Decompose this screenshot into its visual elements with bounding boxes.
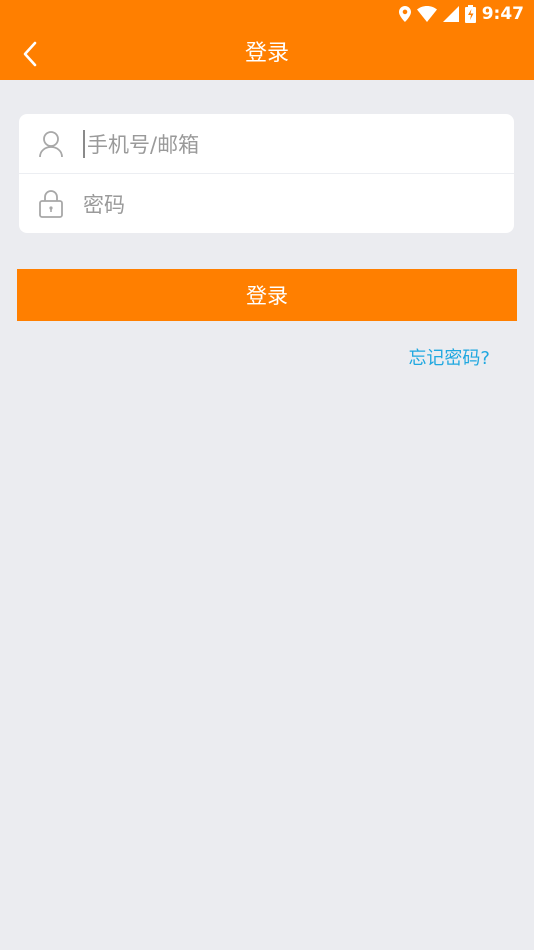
account-placeholder: 手机号/邮箱 bbox=[87, 132, 200, 157]
top-bar: 9:47 登录 bbox=[0, 0, 534, 80]
forgot-password-link[interactable]: 忘记密码? bbox=[408, 344, 490, 370]
lock-icon bbox=[19, 189, 83, 219]
wifi-icon bbox=[416, 6, 437, 22]
battery-icon bbox=[464, 5, 476, 23]
account-input[interactable]: 手机号/邮箱 bbox=[83, 114, 514, 173]
account-row: 手机号/邮箱 bbox=[19, 114, 514, 173]
login-form-card: 手机号/邮箱 密码 bbox=[19, 114, 514, 233]
text-cursor bbox=[83, 129, 85, 158]
user-icon bbox=[19, 130, 83, 158]
location-icon bbox=[398, 6, 411, 22]
page-title: 登录 bbox=[244, 41, 289, 66]
password-placeholder: 密码 bbox=[83, 192, 125, 217]
password-input[interactable]: 密码 bbox=[83, 174, 514, 233]
status-bar: 9:47 bbox=[398, 0, 524, 28]
login-button[interactable]: 登录 bbox=[17, 269, 517, 321]
signal-icon bbox=[442, 6, 459, 22]
password-row: 密码 bbox=[19, 174, 514, 233]
status-time: 9:47 bbox=[481, 4, 524, 24]
